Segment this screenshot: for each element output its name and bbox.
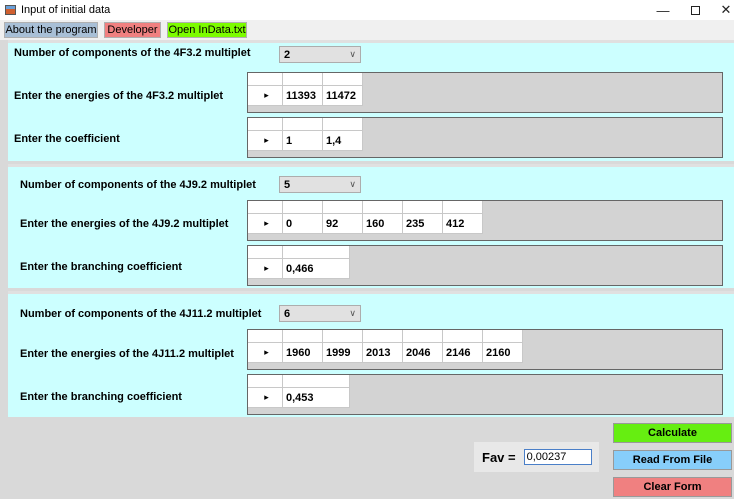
energy-cell[interactable]: 1960: [283, 343, 323, 363]
coefficient-label: Enter the branching coefficient: [20, 261, 182, 273]
about-program-button[interactable]: About the program: [4, 22, 98, 38]
fav-result-box: Fav = 0,00237: [474, 442, 599, 472]
energies-label: Enter the energies of the 4J11.2 multipl…: [20, 348, 234, 360]
energy-cell[interactable]: 412: [443, 214, 483, 234]
coefficient-label: Enter the branching coefficient: [20, 391, 182, 403]
window-title: Input of initial data: [21, 4, 111, 16]
fav-input[interactable]: 0,00237: [523, 449, 592, 465]
menu-row: About the program Developer Open InData.…: [0, 20, 734, 40]
energies-grid: ▸ 1960 1999 2013 2046 2146 2160: [247, 329, 723, 370]
components-value: 6: [284, 307, 291, 320]
coefficient-cell[interactable]: 0,453: [283, 388, 350, 408]
energy-cell[interactable]: 235: [403, 214, 443, 234]
read-from-file-button[interactable]: Read From File: [613, 450, 732, 470]
energy-cell[interactable]: 2160: [483, 343, 523, 363]
energy-cell[interactable]: 2046: [403, 343, 443, 363]
coefficient-label: Enter the coefficient: [14, 133, 120, 145]
coefficient-cell[interactable]: 1: [283, 131, 323, 151]
calculate-button[interactable]: Calculate: [613, 423, 732, 443]
panel-4f32: Number of components of the 4F3.2 multip…: [8, 40, 734, 161]
energy-cell[interactable]: 11393: [283, 86, 323, 106]
panel-4j112: Number of components of the 4J11.2 multi…: [8, 291, 734, 417]
maximize-icon: [690, 5, 700, 15]
coefficient-grid: ▸ 0,453: [247, 374, 723, 415]
energy-cell[interactable]: 11472: [323, 86, 363, 106]
open-indata-button[interactable]: Open InData.txt: [167, 22, 247, 38]
components-label: Number of components of the 4J9.2 multip…: [20, 179, 256, 191]
coefficient-cell[interactable]: 1,4: [323, 131, 363, 151]
components-value: 2: [284, 48, 291, 61]
row-marker: ▸: [248, 131, 283, 151]
energy-cell[interactable]: 160: [363, 214, 403, 234]
energy-cell[interactable]: 1999: [323, 343, 363, 363]
coefficient-grid: ▸ 0,466: [247, 245, 723, 286]
energy-cell[interactable]: 92: [323, 214, 363, 234]
maximize-button[interactable]: [680, 0, 710, 20]
row-marker: ▸: [248, 259, 283, 279]
panel-4j92: Number of components of the 4J9.2 multip…: [8, 164, 734, 288]
energies-grid: ▸ 11393 11472: [247, 72, 723, 113]
row-marker: ▸: [248, 214, 283, 234]
energy-cell[interactable]: 0: [283, 214, 323, 234]
title-bar: Input of initial data — ✕: [0, 0, 734, 20]
components-select[interactable]: 5 ∨: [279, 176, 361, 193]
row-marker: ▸: [248, 343, 283, 363]
energies-grid: ▸ 0 92 160 235 412: [247, 200, 723, 241]
minimize-button[interactable]: —: [648, 0, 678, 20]
row-marker: ▸: [248, 388, 283, 408]
components-label: Number of components of the 4F3.2 multip…: [14, 47, 251, 59]
components-select[interactable]: 6 ∨: [279, 305, 361, 322]
coefficient-grid: ▸ 1 1,4: [247, 117, 723, 158]
chevron-down-icon: ∨: [349, 49, 356, 59]
energies-label: Enter the energies of the 4J9.2 multiple…: [20, 218, 229, 230]
components-label: Number of components of the 4J11.2 multi…: [20, 308, 262, 320]
fav-label: Fav =: [482, 449, 516, 465]
components-select[interactable]: 2 ∨: [279, 46, 361, 63]
components-value: 5: [284, 178, 291, 191]
energy-cell[interactable]: 2013: [363, 343, 403, 363]
app-icon: [5, 5, 16, 15]
clear-form-button[interactable]: Clear Form: [613, 477, 732, 497]
developer-button[interactable]: Developer: [104, 22, 161, 38]
coefficient-cell[interactable]: 0,466: [283, 259, 350, 279]
chevron-down-icon: ∨: [349, 179, 356, 189]
row-marker: ▸: [248, 86, 283, 106]
energies-label: Enter the energies of the 4F3.2 multiple…: [14, 90, 224, 102]
close-button[interactable]: ✕: [711, 0, 734, 20]
energy-cell[interactable]: 2146: [443, 343, 483, 363]
chevron-down-icon: ∨: [349, 308, 356, 318]
